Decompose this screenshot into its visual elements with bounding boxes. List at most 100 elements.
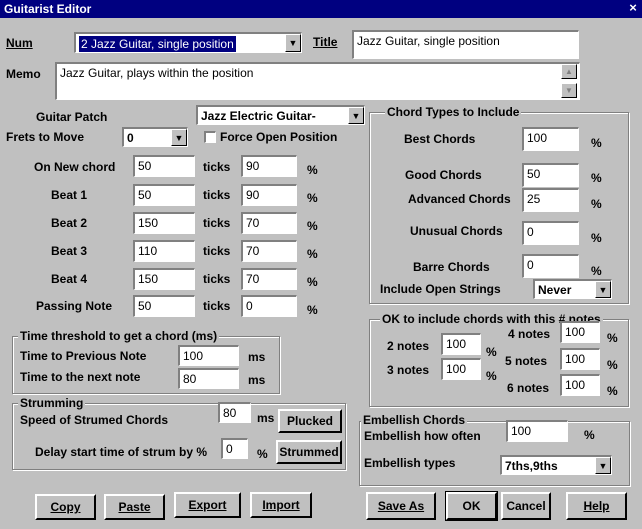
save-as-button-label: Save As [377, 499, 425, 513]
force-open-label: Force Open Position [220, 130, 338, 144]
strum-speed-unit: ms [257, 411, 275, 425]
embellish-types-label: Embellish types [364, 456, 456, 470]
percent-unit: % [307, 191, 318, 205]
percent-unit: % [307, 163, 318, 177]
ticks-input[interactable]: 150 [133, 268, 195, 290]
title-input[interactable]: Jazz Guitar, single position [352, 30, 579, 59]
embellish-often-input[interactable]: 100 [506, 420, 568, 442]
timing-row-label: Beat 2 [51, 216, 88, 230]
save-as-button[interactable]: Save As [366, 492, 436, 520]
num-dropdown[interactable]: 2 Jazz Guitar, single position ▼ [74, 32, 302, 53]
guitar-patch-value: Jazz Electric Guitar- [201, 109, 316, 123]
percent-unit: % [607, 331, 618, 345]
window-title: Guitarist Editor [4, 2, 92, 16]
num-value: 2 Jazz Guitar, single position [79, 36, 236, 52]
three-notes-input[interactable]: 100 [441, 358, 481, 380]
next-note-label: Time to the next note [20, 370, 141, 384]
ok-button[interactable]: OK [445, 491, 498, 521]
percent-unit: % [591, 264, 602, 278]
advanced-chords-input[interactable]: 25 [522, 188, 579, 212]
threshold-group [12, 336, 280, 394]
ticks-input[interactable]: 50 [133, 184, 195, 206]
plucked-button[interactable]: Plucked [278, 409, 342, 433]
embellish-often-label: Embellish how often [364, 429, 481, 443]
scroll-up-icon[interactable]: ▲ [561, 64, 577, 79]
export-button[interactable]: Export [174, 492, 241, 518]
embellish-types-value: 7ths,9ths [505, 459, 558, 473]
ticks-input[interactable]: 50 [133, 155, 195, 177]
ticks-unit: ticks [203, 216, 231, 230]
open-strings-label: Include Open Strings [380, 282, 501, 296]
percent-unit: % [307, 247, 318, 261]
force-open-checkbox[interactable] [204, 131, 216, 143]
unusual-chords-input[interactable]: 0 [522, 221, 579, 245]
four-notes-label: 4 notes [508, 327, 551, 341]
barre-chords-input[interactable]: 0 [522, 254, 579, 278]
five-notes-label: 5 notes [505, 354, 548, 368]
copy-button[interactable]: Copy [35, 494, 96, 520]
prev-note-unit: ms [248, 350, 266, 364]
import-button-label: Import [262, 498, 300, 512]
chevron-down-icon[interactable]: ▼ [595, 457, 611, 474]
best-chords-input[interactable]: 100 [522, 127, 579, 151]
embellish-types-dropdown[interactable]: 7ths,9ths ▼ [500, 455, 612, 475]
percent-unit: % [307, 275, 318, 289]
strum-speed-input[interactable]: 80 [218, 402, 251, 423]
strummed-button[interactable]: Strummed [276, 440, 342, 464]
import-button[interactable]: Import [250, 492, 312, 518]
strum-speed-label: Speed of Strumed Chords [20, 413, 169, 427]
memo-textarea[interactable]: Jazz Guitar, plays within the position [55, 62, 580, 100]
num-label-text: Num [6, 36, 33, 50]
threshold-group-title: Time threshold to get a chord (ms) [18, 329, 220, 343]
percent-unit: % [486, 369, 497, 383]
ticks-unit: ticks [203, 160, 231, 174]
export-button-label: Export [188, 498, 227, 512]
strum-delay-input[interactable]: 0 [221, 438, 248, 459]
embellish-often-unit: % [584, 428, 595, 442]
ticks-unit: ticks [203, 188, 231, 202]
two-notes-input[interactable]: 100 [441, 333, 481, 355]
next-note-input[interactable]: 80 [178, 368, 239, 389]
help-button[interactable]: Help [566, 492, 627, 520]
prev-note-input[interactable]: 100 [178, 345, 239, 366]
chord-type-label: Barre Chords [413, 260, 490, 274]
paste-button-label: Paste [118, 500, 151, 514]
ticks-input[interactable]: 110 [133, 240, 195, 262]
scroll-down-icon[interactable]: ▼ [561, 83, 577, 98]
chord-type-label: Best Chords [404, 132, 476, 146]
next-note-unit: ms [248, 373, 266, 387]
frets-value: 0 [127, 131, 134, 145]
chevron-down-icon[interactable]: ▼ [285, 34, 301, 52]
percent-input[interactable]: 90 [241, 184, 297, 206]
percent-input[interactable]: 90 [241, 155, 297, 177]
good-chords-input[interactable]: 50 [522, 163, 579, 187]
memo-text: Jazz Guitar, plays within the position [60, 66, 254, 80]
six-notes-input[interactable]: 100 [560, 374, 600, 396]
title-label-text: Title [313, 35, 338, 49]
percent-input[interactable]: 70 [241, 212, 297, 234]
open-strings-dropdown[interactable]: Never ▼ [533, 279, 612, 299]
close-icon[interactable]: × [626, 1, 640, 15]
timing-row-label: Beat 3 [51, 244, 88, 258]
strumming-group-title: Strumming [18, 396, 86, 410]
chevron-down-icon[interactable]: ▼ [595, 281, 611, 298]
percent-unit: % [307, 219, 318, 233]
cancel-button[interactable]: Cancel [501, 492, 551, 520]
chevron-down-icon[interactable]: ▼ [171, 129, 187, 146]
two-notes-label: 2 notes [387, 339, 430, 353]
chevron-down-icon[interactable]: ▼ [348, 107, 364, 124]
guitar-patch-dropdown[interactable]: Jazz Electric Guitar- ▼ [196, 105, 365, 125]
ticks-input[interactable]: 150 [133, 212, 195, 234]
ticks-input[interactable]: 50 [133, 295, 195, 317]
percent-input[interactable]: 70 [241, 240, 297, 262]
four-notes-input[interactable]: 100 [560, 321, 600, 343]
ticks-unit: ticks [203, 272, 231, 286]
prev-note-label: Time to Previous Note [20, 349, 147, 363]
five-notes-input[interactable]: 100 [560, 348, 600, 370]
paste-button[interactable]: Paste [104, 494, 165, 520]
percent-input[interactable]: 70 [241, 268, 297, 290]
open-strings-value: Never [538, 283, 572, 297]
percent-input[interactable]: 0 [241, 295, 297, 317]
frets-dropdown[interactable]: 0 ▼ [122, 127, 188, 147]
timing-row-label: Passing Note [36, 299, 113, 313]
